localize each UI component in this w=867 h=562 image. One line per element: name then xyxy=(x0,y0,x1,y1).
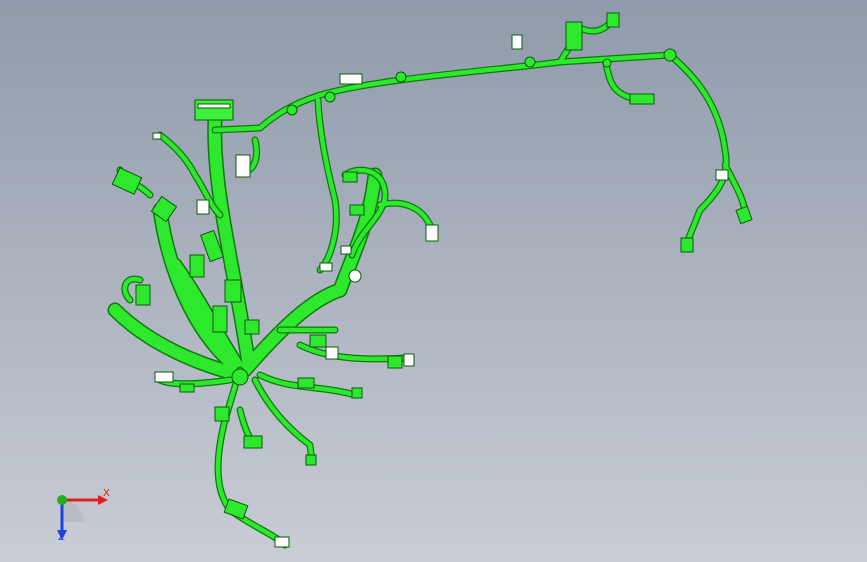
coordinate-triad: X Y Z xyxy=(40,478,120,548)
z-axis-label: Z xyxy=(58,532,65,543)
wire-harness-model[interactable] xyxy=(0,0,867,562)
graphics-viewport[interactable]: X Y Z xyxy=(0,0,867,562)
x-axis-label: X xyxy=(103,488,110,499)
harness-connectors xyxy=(111,12,753,548)
